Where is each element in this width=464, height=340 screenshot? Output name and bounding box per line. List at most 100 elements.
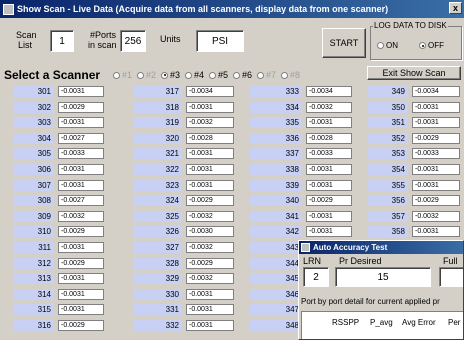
scanner-radio-dot [209, 71, 216, 79]
port-number-label: 354 [368, 164, 408, 175]
ports-label: #Ports [90, 30, 117, 40]
port-row: 319 -0.0032 [134, 117, 236, 129]
port-row: 351 -0.0031 [368, 117, 462, 129]
port-row: 333 -0.0034 [250, 86, 354, 97]
port-row: 301 -0.0031 [14, 86, 106, 97]
port-number-label: 321 [134, 148, 182, 160]
port-row: 337 -0.0033 [250, 148, 354, 160]
col-avg-error: Avg Error [402, 318, 436, 327]
lrn-field[interactable]: 2 [303, 267, 329, 287]
port-value-field: -0.0031 [306, 210, 352, 222]
start-button[interactable]: START [322, 28, 366, 58]
port-value-field: -0.0033 [58, 148, 104, 160]
port-value-field: -0.0031 [186, 304, 234, 316]
port-row: 305 -0.0033 [14, 148, 106, 160]
port-row: 335 -0.0031 [250, 117, 354, 129]
col-per: Per [448, 318, 461, 327]
port-number-label: 344 [250, 257, 302, 269]
port-row: 339 -0.0031 [250, 179, 354, 191]
scanner-radio-label: #1 [122, 70, 133, 80]
scanner-radio-6[interactable]: #6 [233, 70, 252, 80]
units-label: Units [160, 34, 181, 44]
port-number-label: 340 [250, 195, 302, 207]
port-value-field: -0.0032 [186, 117, 234, 129]
auto-accuracy-popup: Auto Accuracy Test LRN 2 Pr Desired 15 F… [298, 240, 464, 340]
port-row: 318 -0.0031 [134, 101, 236, 113]
port-number-label: 305 [14, 148, 54, 160]
scan-list-field[interactable]: 1 [50, 30, 74, 52]
port-value-field: -0.0031 [306, 164, 352, 175]
port-number-label: 313 [14, 273, 54, 285]
port-value-field: -0.0029 [58, 320, 104, 331]
scanner-radio-label: #4 [194, 70, 205, 80]
pr-desired-field[interactable]: 15 [335, 267, 431, 287]
detail-table: RSSPP P_avg Avg Error Per [301, 311, 463, 339]
port-number-label: 335 [250, 117, 302, 129]
port-value-field: -0.0031 [186, 164, 234, 175]
select-scanner-title: Select a Scanner [4, 68, 101, 82]
log-on-label: ON [386, 41, 398, 50]
exit-show-scan-button[interactable]: Exit Show Scan [367, 66, 461, 80]
scanner-radio-3[interactable]: #3 [161, 70, 180, 80]
port-row: 342 -0.0031 [250, 226, 354, 238]
port-row: 316 -0.0029 [14, 320, 106, 331]
port-number-label: 309 [14, 210, 54, 222]
scanner-radio-dot [137, 71, 144, 79]
port-number-label: 319 [134, 117, 182, 129]
port-row: 354 -0.0031 [368, 164, 462, 175]
log-off-radio-dot [419, 42, 426, 49]
port-value-field: -0.0032 [186, 210, 234, 222]
port-number-label: 358 [368, 226, 408, 238]
port-number-label: 350 [368, 101, 408, 113]
port-number-label: 324 [134, 195, 182, 207]
port-value-field: -0.0034 [306, 86, 352, 97]
port-value-field: -0.0031 [58, 273, 104, 285]
scanner-radio-2: #2 [137, 70, 156, 80]
port-number-label: 307 [14, 179, 54, 191]
log-off-radio[interactable]: OFF [419, 41, 444, 50]
port-number-label: 304 [14, 132, 54, 144]
port-row: 331 -0.0031 [134, 304, 236, 316]
units-field[interactable]: PSI [196, 30, 244, 52]
scanner-radio-label: #7 [266, 70, 277, 80]
log-off-label: OFF [428, 41, 444, 50]
port-value-field: -0.0029 [58, 101, 104, 113]
port-row: 303 -0.0031 [14, 117, 106, 129]
port-number-label: 301 [14, 86, 54, 97]
port-row: 304 -0.0027 [14, 132, 106, 144]
port-number-label: 311 [14, 242, 54, 253]
close-button[interactable]: x [449, 2, 462, 14]
port-row: 322 -0.0031 [134, 164, 236, 175]
port-number-label: 325 [134, 210, 182, 222]
scanner-radio-4[interactable]: #4 [185, 70, 204, 80]
scanner-radio-label: #2 [146, 70, 157, 80]
scanner-radio-dot [185, 71, 192, 79]
full-scale-field[interactable] [439, 267, 463, 287]
port-number-label: 355 [368, 179, 408, 191]
port-value-field: -0.0028 [306, 132, 352, 144]
port-number-label: 316 [14, 320, 54, 331]
port-value-field: -0.0032 [412, 210, 460, 222]
scanner-radio-label: #5 [218, 70, 229, 80]
scanner-radio-7: #7 [257, 70, 276, 80]
port-value-field: -0.0031 [58, 86, 104, 97]
scanner-radio-dot [161, 71, 168, 79]
port-row: 323 -0.0031 [134, 179, 236, 191]
port-row: 357 -0.0032 [368, 210, 462, 222]
port-number-label: 303 [14, 117, 54, 129]
port-value-field: -0.0031 [186, 101, 234, 113]
port-row: 340 -0.0029 [250, 195, 354, 207]
port-row: 349 -0.0034 [368, 86, 462, 97]
port-value-field: -0.0031 [58, 288, 104, 300]
scanner-radio-5[interactable]: #5 [209, 70, 228, 80]
port-number-label: 322 [134, 164, 182, 175]
port-value-field: -0.0031 [186, 179, 234, 191]
ports-field[interactable]: 256 [120, 30, 146, 52]
port-number-label: 357 [368, 210, 408, 222]
port-number-label: 334 [250, 101, 302, 113]
port-number-label: 333 [250, 86, 302, 97]
port-value-field: -0.0031 [306, 226, 352, 238]
log-on-radio[interactable]: ON [377, 41, 398, 50]
scanner-radio-label: #3 [170, 70, 181, 80]
port-row: 315 -0.0031 [14, 304, 106, 316]
